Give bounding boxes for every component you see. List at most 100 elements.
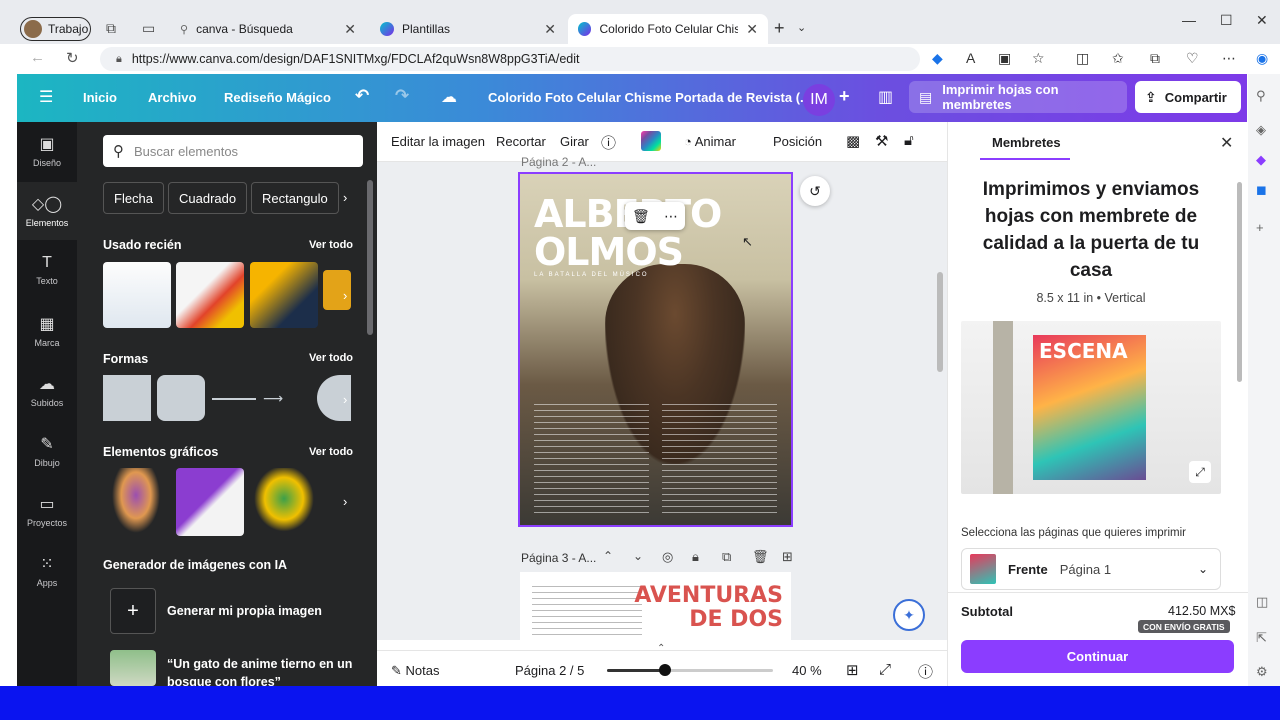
performance-icon[interactable]: ♡	[1186, 50, 1199, 67]
reload-icon[interactable]: ↻	[66, 49, 79, 67]
chip-arrow[interactable]: Flecha	[103, 182, 165, 214]
delete-page-icon[interactable]: 🗑︎	[752, 549, 769, 565]
panel-scrollbar[interactable]	[367, 180, 373, 335]
page-indicator[interactable]: Página 2 / 5	[515, 663, 584, 678]
home-link[interactable]: Inicio	[83, 90, 117, 105]
add-icon[interactable]: +	[1256, 220, 1264, 235]
close-icon[interactable]: ✕	[746, 21, 758, 38]
undo-icon[interactable]: ↶	[355, 86, 369, 106]
continue-button[interactable]: Continuar	[961, 640, 1234, 673]
position-button[interactable]: Posición	[773, 134, 822, 149]
transparency-icon[interactable]: ▩	[846, 132, 860, 150]
rail-item-design[interactable]: ▣ Diseño	[17, 134, 77, 182]
page3-title[interactable]: AVENTURAS DE DOS	[634, 584, 783, 632]
close-icon[interactable]: ✕	[544, 21, 556, 38]
page3-body-text[interactable]	[532, 586, 642, 636]
trash-icon[interactable]: 🗑︎	[632, 208, 650, 225]
print-panel-scrollbar[interactable]	[1237, 182, 1242, 382]
user-avatar[interactable]: IM	[803, 84, 835, 116]
page-3-preview[interactable]: AVENTURAS DE DOS	[520, 572, 791, 640]
zoom-slider-track[interactable]	[607, 664, 773, 676]
graphic-person-jumping[interactable]	[250, 468, 318, 536]
close-panel-icon[interactable]: ✕	[1220, 133, 1233, 153]
recent-newspaper-graphic[interactable]	[250, 262, 318, 328]
read-aloud-icon[interactable]: A	[966, 50, 975, 66]
chip-square[interactable]: Cuadrado	[168, 182, 248, 214]
rail-item-elements[interactable]: ◇◯ Elementos	[17, 182, 77, 240]
page-select-dropdown[interactable]: Frente Página 1 ⌄	[961, 548, 1221, 590]
search-icon[interactable]: ⚲	[1256, 88, 1266, 104]
external-link-icon[interactable]: ⇱	[1256, 630, 1267, 646]
rail-item-projects[interactable]: ▭ Proyectos	[17, 494, 77, 542]
crop-button[interactable]: Recortar	[496, 134, 546, 149]
elements-search-input[interactable]: ⚲ Buscar elementos	[103, 135, 363, 167]
profile-button[interactable]: Trabajo	[20, 17, 91, 41]
tab-letterheads[interactable]: Membretes	[992, 135, 1061, 150]
rotate-button[interactable]: Girar	[560, 134, 589, 149]
shape-square[interactable]	[103, 375, 151, 421]
rail-item-draw[interactable]: ✎ Dibujo	[17, 434, 77, 482]
document-title[interactable]: Colorido Foto Celular Chisme Portada de …	[488, 90, 811, 105]
color-adjust-icon[interactable]	[641, 131, 661, 151]
shopping-icon[interactable]: ◈	[1256, 122, 1266, 138]
cloud-saved-icon[interactable]: ☁	[441, 87, 457, 107]
print-letterheads-button[interactable]: ▤ Imprimir hojas con membretes	[909, 81, 1127, 113]
notes-button[interactable]: ✎ Notas	[391, 663, 440, 679]
more-menu-icon[interactable]: ⋯	[1222, 50, 1236, 67]
recent-clipboard-graphic[interactable]	[103, 262, 171, 328]
grid-view-icon[interactable]: ⊞	[846, 661, 859, 679]
canvas-scrollbar[interactable]	[937, 272, 943, 372]
back-icon[interactable]: ←	[30, 49, 45, 66]
recent-pencil-graphic[interactable]	[176, 262, 244, 328]
share-button[interactable]: ⇪ Compartir	[1135, 81, 1241, 113]
favorites-icon[interactable]: ✩	[1112, 50, 1124, 67]
magic-assistant-button[interactable]: ✦	[893, 599, 925, 631]
window-close-icon[interactable]: ✕	[1256, 12, 1268, 29]
hide-page-icon[interactable]: ◎	[662, 549, 673, 565]
expand-image-icon[interactable]: ⤢	[1189, 461, 1211, 483]
cover-title-line2[interactable]: OLMOS	[534, 232, 684, 272]
ai-generate-button[interactable]: +	[110, 588, 156, 634]
add-collaborator-icon[interactable]: +	[839, 86, 850, 107]
rail-item-text[interactable]: T Texto	[17, 254, 77, 302]
tab-search[interactable]: ⚲ canva - Búsqueda ✕	[170, 14, 366, 44]
add-page-icon[interactable]: ⊞	[782, 549, 793, 565]
chip-rectangle[interactable]: Rectangulo	[251, 182, 339, 214]
file-menu[interactable]: Archivo	[148, 90, 196, 105]
hamburger-menu-icon[interactable]: ☰	[39, 87, 53, 107]
collections-icon[interactable]: ⧉	[1150, 50, 1160, 67]
chevron-right-icon[interactable]: ›	[343, 288, 347, 303]
help-icon[interactable]: ⓘ	[918, 661, 933, 682]
new-tab-icon[interactable]: +	[774, 18, 785, 39]
shape-line[interactable]	[212, 398, 256, 400]
analytics-chart-icon[interactable]: ▥	[878, 87, 893, 107]
cover-body-column-right[interactable]	[662, 404, 777, 514]
graphic-person-dancing[interactable]	[110, 468, 162, 536]
app-available-icon[interactable]: ▣	[998, 50, 1011, 67]
animate-button[interactable]: ◔ Animar	[684, 134, 736, 149]
tab-active-design[interactable]: Colorido Foto Celular Chisme Po ✕	[568, 14, 768, 44]
rail-item-brand[interactable]: ▦ Marca	[17, 314, 77, 362]
ai-example-cat-thumbnail[interactable]	[110, 650, 156, 686]
chevron-right-icon[interactable]: ›	[343, 190, 347, 205]
chevron-right-icon[interactable]: ›	[343, 392, 347, 407]
more-options-icon[interactable]: ⋯	[664, 208, 678, 225]
chevron-down-icon[interactable]: ⌄	[633, 549, 643, 563]
lock-icon[interactable]: 🔓︎	[904, 132, 914, 149]
shapes-see-all[interactable]: Ver todo	[309, 352, 353, 364]
tab-actions-icon[interactable]: ▭	[142, 20, 155, 37]
close-icon[interactable]: ✕	[344, 21, 356, 38]
cover-subtitle[interactable]: LA BATALLA DEL MÚSICO	[534, 272, 649, 278]
redo-icon[interactable]: ↷	[395, 86, 409, 106]
favorite-star-icon[interactable]: ☆	[1032, 50, 1045, 67]
info-icon[interactable]: ⓘ	[601, 132, 616, 153]
zoom-slider-knob[interactable]	[659, 664, 672, 676]
chevron-right-icon[interactable]: ›	[343, 494, 347, 509]
maximize-icon[interactable]: ☐	[1220, 12, 1233, 29]
shape-arrow[interactable]: ⟶	[263, 391, 311, 405]
zoom-level[interactable]: 40 %	[792, 663, 822, 678]
outlook-icon[interactable]: ◼	[1256, 182, 1267, 198]
rail-item-apps[interactable]: ⁙ Apps	[17, 554, 77, 602]
shape-rounded-square[interactable]	[157, 375, 205, 421]
page3-label[interactable]: Página 3 - A...	[521, 551, 596, 565]
